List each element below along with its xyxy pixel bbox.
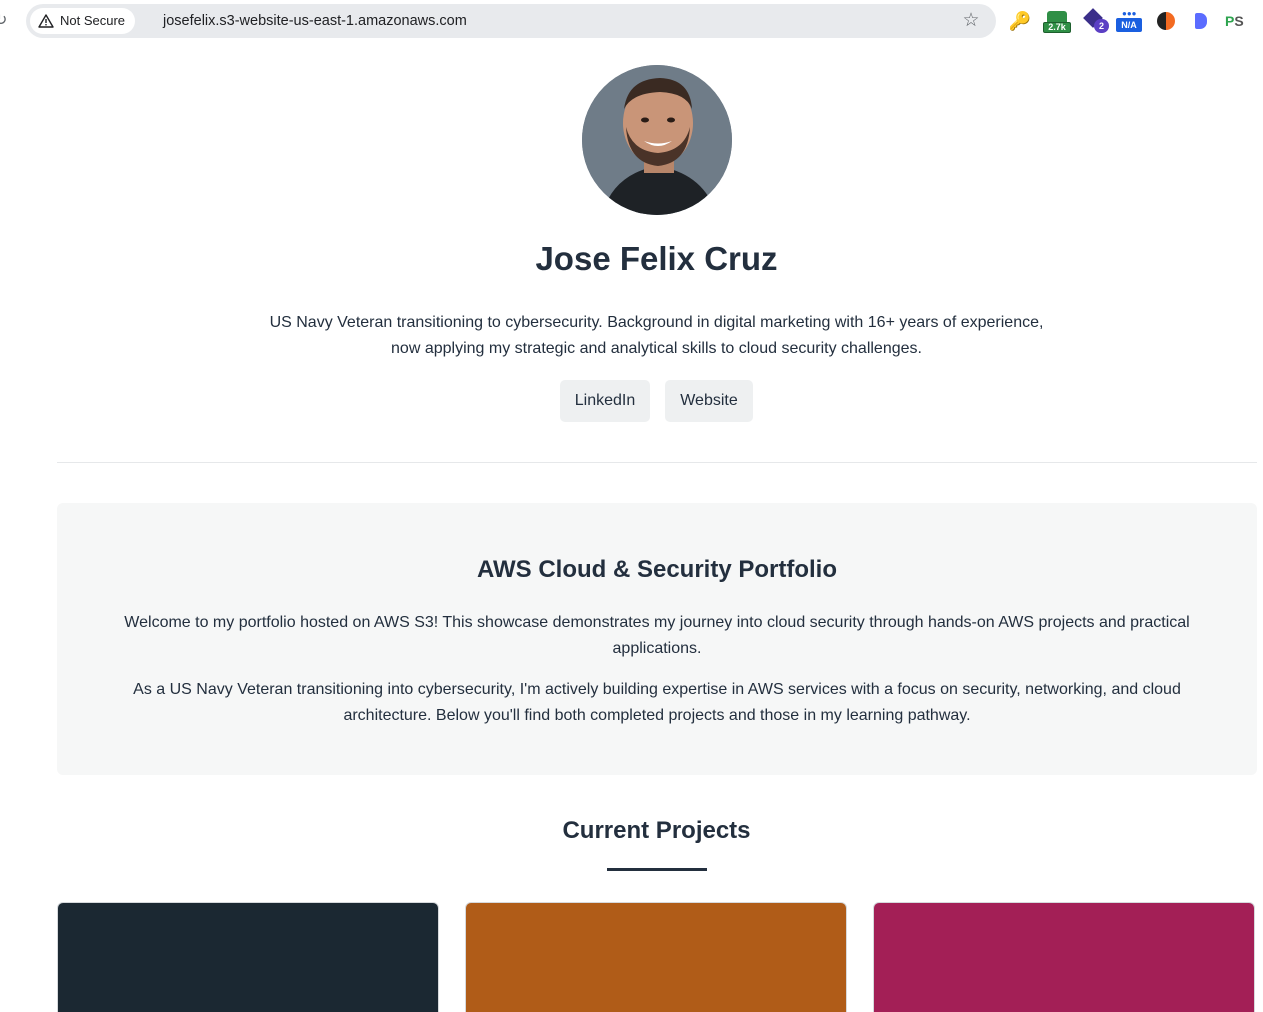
lock-extension-icon[interactable]: 2.7k bbox=[1043, 9, 1071, 33]
profile-name: Jose Felix Cruz bbox=[535, 240, 778, 277]
security-label: Not Secure bbox=[60, 13, 126, 28]
warning-icon bbox=[38, 14, 54, 28]
reload-icon[interactable]: ↻ bbox=[0, 10, 10, 32]
diamond-extension-icon[interactable]: 2 bbox=[1083, 8, 1109, 33]
projects-title: Current Projects bbox=[562, 817, 751, 844]
projects-title-underline bbox=[607, 868, 707, 871]
website-button[interactable]: Website bbox=[665, 380, 753, 422]
security-chip[interactable]: Not Secure bbox=[30, 8, 136, 34]
intro-paragraph-1: Welcome to my portfolio hosted on AWS S3… bbox=[124, 614, 1190, 657]
profile-avatar bbox=[582, 65, 732, 215]
bookmark-star-icon[interactable]: ☆ bbox=[960, 10, 982, 32]
project-card-1[interactable] bbox=[57, 902, 439, 1012]
na-extension-icon[interactable]: ●●● N/A bbox=[1116, 9, 1142, 33]
key-extension-icon[interactable]: 🔑 bbox=[1008, 9, 1032, 33]
project-card-3[interactable] bbox=[873, 902, 1255, 1012]
na-extension-badge: N/A bbox=[1116, 18, 1142, 32]
page-content: Jose Felix Cruz US Navy Veteran transiti… bbox=[0, 44, 1263, 1012]
browser-toolbar: ↻ Not Secure josefelix.s3-website-us-eas… bbox=[0, 0, 1263, 44]
profile-bio: US Navy Veteran transitioning to cyberse… bbox=[269, 314, 1044, 357]
diamond-extension-badge: 2 bbox=[1094, 19, 1109, 33]
project-card-2[interactable] bbox=[465, 902, 847, 1012]
url-text[interactable]: josefelix.s3-website-us-east-1.amazonaws… bbox=[163, 4, 467, 38]
intro-title: AWS Cloud & Security Portfolio bbox=[476, 556, 837, 583]
section-divider bbox=[57, 462, 1257, 463]
address-bar[interactable]: Not Secure josefelix.s3-website-us-east-… bbox=[26, 4, 996, 38]
intro-paragraph-2: As a US Navy Veteran transitioning into … bbox=[133, 681, 1181, 724]
ps-extension-icon[interactable]: PS bbox=[1225, 9, 1249, 33]
half-circle-extension-icon[interactable] bbox=[1155, 9, 1179, 33]
lock-extension-badge: 2.7k bbox=[1043, 22, 1071, 33]
d-extension-icon[interactable] bbox=[1189, 9, 1213, 33]
linkedin-button[interactable]: LinkedIn bbox=[560, 380, 650, 422]
intro-panel: AWS Cloud & Security Portfolio Welcome t… bbox=[57, 503, 1257, 775]
